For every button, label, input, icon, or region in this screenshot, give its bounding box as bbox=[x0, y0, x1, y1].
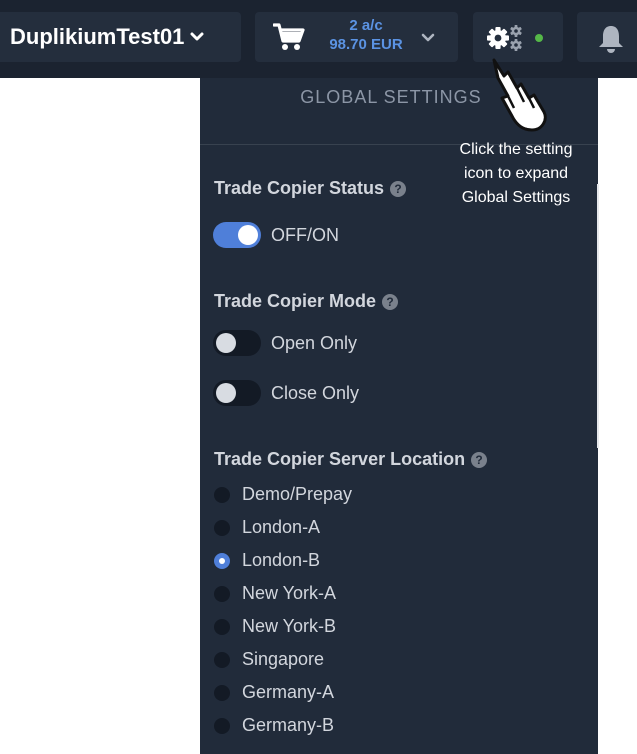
toggle-label: Open Only bbox=[271, 332, 358, 353]
bell-icon bbox=[597, 24, 625, 59]
status-toggle-row[interactable]: OFF/ON bbox=[213, 222, 339, 248]
section-title: Trade Copier Mode bbox=[214, 291, 377, 311]
section-title: Trade Copier Status bbox=[214, 178, 385, 198]
trade-copier-mode-heading: Trade Copier Mode ? bbox=[214, 291, 399, 312]
cart-summary: 2 a/c 98.70 EUR bbox=[311, 16, 421, 54]
radio-button[interactable] bbox=[214, 519, 230, 536]
toggle-knob bbox=[216, 383, 236, 403]
status-toggle[interactable] bbox=[213, 222, 261, 248]
toggle-knob bbox=[216, 333, 236, 353]
connection-status-dot bbox=[535, 34, 543, 42]
chevron-down-icon bbox=[190, 32, 204, 42]
server-option-new-york-b[interactable]: New York-B bbox=[214, 616, 336, 637]
account-selector[interactable]: DuplikiumTest01 bbox=[0, 12, 241, 62]
radio-button[interactable] bbox=[214, 585, 230, 602]
radio-label: London-A bbox=[242, 517, 321, 537]
server-option-germany-b[interactable]: Germany-B bbox=[214, 715, 334, 736]
cart-button[interactable]: 2 a/c 98.70 EUR bbox=[255, 12, 458, 62]
annotation-line: icon to expand bbox=[463, 165, 569, 182]
trade-copier-status-heading: Trade Copier Status ? bbox=[214, 178, 407, 199]
question-icon[interactable]: ? bbox=[390, 180, 407, 197]
question-icon[interactable]: ? bbox=[382, 293, 399, 310]
server-option-new-york-a[interactable]: New York-A bbox=[214, 583, 336, 604]
cart-amount: 98.70 EUR bbox=[329, 36, 403, 53]
server-option-singapore[interactable]: Singapore bbox=[214, 649, 324, 670]
question-icon[interactable]: ? bbox=[471, 451, 488, 468]
radio-label: London-B bbox=[242, 550, 321, 570]
toggle-label: OFF/ON bbox=[271, 224, 339, 245]
annotation-line: Global Settings bbox=[461, 189, 571, 206]
radio-button[interactable] bbox=[214, 717, 230, 734]
close-only-toggle[interactable] bbox=[213, 380, 261, 406]
radio-label: Germany-B bbox=[242, 715, 335, 735]
annotation-line: Click the setting bbox=[459, 141, 573, 158]
open-only-toggle-row[interactable]: Open Only bbox=[213, 330, 357, 356]
radio-label: Germany-A bbox=[242, 682, 335, 702]
tooltip-annotation: Click the setting icon to expand Global … bbox=[436, 138, 596, 210]
radio-button-selected[interactable] bbox=[214, 552, 230, 569]
server-location-heading: Trade Copier Server Location ? bbox=[214, 449, 488, 470]
hand-pointer-icon bbox=[484, 54, 564, 139]
cart-icon bbox=[272, 22, 305, 57]
notifications-button[interactable] bbox=[577, 12, 637, 62]
radio-button[interactable] bbox=[214, 618, 230, 635]
chevron-down-icon bbox=[421, 30, 435, 48]
toggle-label: Close Only bbox=[271, 382, 360, 403]
gear-icon bbox=[485, 23, 529, 58]
cart-accounts: 2 a/c bbox=[349, 17, 383, 34]
radio-button[interactable] bbox=[214, 486, 230, 503]
radio-button[interactable] bbox=[214, 651, 230, 668]
open-only-toggle[interactable] bbox=[213, 330, 261, 356]
server-option-london-a[interactable]: London-A bbox=[214, 517, 320, 538]
account-name: DuplikiumTest01 bbox=[10, 24, 185, 49]
server-option-london-b[interactable]: London-B bbox=[214, 550, 320, 571]
server-option-germany-a[interactable]: Germany-A bbox=[214, 682, 334, 703]
server-option-demo-prepay[interactable]: Demo/Prepay bbox=[214, 484, 352, 505]
radio-label: New York-B bbox=[242, 616, 337, 636]
radio-label: New York-A bbox=[242, 583, 337, 603]
section-title: Trade Copier Server Location bbox=[214, 449, 466, 469]
radio-label: Demo/Prepay bbox=[242, 484, 353, 504]
close-only-toggle-row[interactable]: Close Only bbox=[213, 380, 359, 406]
toggle-knob bbox=[238, 225, 258, 245]
divider bbox=[597, 184, 599, 448]
radio-button[interactable] bbox=[214, 684, 230, 701]
radio-label: Singapore bbox=[242, 649, 325, 669]
